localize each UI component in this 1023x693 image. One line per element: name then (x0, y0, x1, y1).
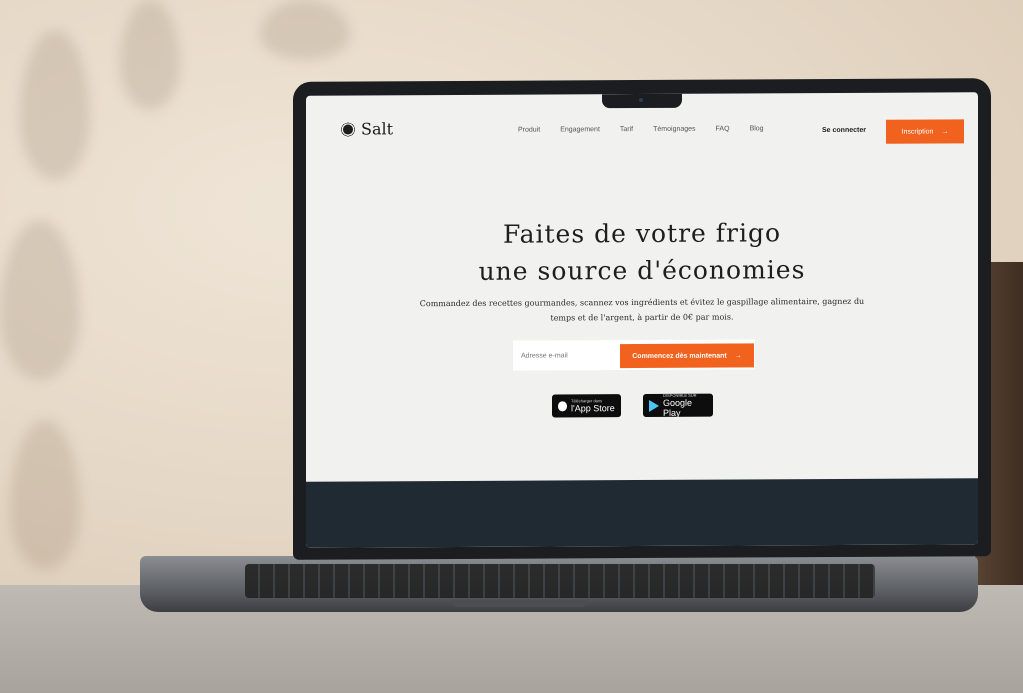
google-play-badge[interactable]: DISPONIBLE SUR Google Play (643, 393, 713, 418)
laptop-screen: Salt Produit Engagement Tarif Témoignage… (306, 92, 978, 548)
start-now-button[interactable]: Commencez dès maintenant → (620, 343, 754, 369)
logo-text: Salt (361, 119, 394, 139)
plant-shadow (20, 30, 90, 180)
nav-item-produit[interactable]: Produit (518, 127, 540, 134)
cta-label: Commencez dès maintenant (632, 352, 727, 360)
apple-icon (558, 400, 567, 411)
play-big-text: Google Play (663, 397, 693, 418)
sun-icon (340, 121, 356, 137)
signup-form: Commencez dès maintenant → (513, 339, 755, 371)
app-store-badge[interactable]: Télécharger dans l'App Store (552, 394, 621, 418)
laptop-lid: Salt Produit Engagement Tarif Témoignage… (293, 78, 991, 560)
nav-item-engagement[interactable]: Engagement (560, 126, 600, 133)
plant-shadow (260, 0, 350, 60)
hero-title-line2: une source d'économies (478, 255, 806, 286)
arrow-right-icon: → (941, 127, 949, 135)
site-header: Salt Produit Engagement Tarif Témoignage… (306, 112, 978, 150)
plant-shadow (0, 220, 80, 380)
plant-shadow (120, 0, 180, 110)
site-logo[interactable]: Salt (340, 119, 393, 138)
nav-item-blog[interactable]: Blog (750, 125, 764, 132)
nav-item-faq[interactable]: FAQ (716, 126, 730, 133)
hero-title-line1: Faites de votre frigo (502, 218, 782, 249)
hero-subtitle: Commandez des recettes gourmandes, scann… (419, 296, 865, 323)
nav-item-temoignages[interactable]: Témoignages (653, 126, 695, 133)
plant-shadow (10, 420, 80, 570)
main-menu: Produit Engagement Tarif Témoignages FAQ… (518, 125, 764, 133)
nav-item-tarif[interactable]: Tarif (620, 126, 633, 133)
camera-icon (639, 97, 643, 103)
google-play-icon (649, 399, 659, 412)
appstore-big-text: l'App Store (571, 403, 615, 414)
signup-button[interactable]: Inscription → (886, 119, 964, 144)
laptop-groove (452, 600, 587, 607)
email-input[interactable] (521, 340, 616, 371)
hero-title: Faites de votre frigo une source d'écono… (306, 213, 978, 291)
laptop-base (140, 556, 978, 612)
arrow-right-icon: → (734, 351, 742, 360)
camera-notch (602, 93, 682, 109)
keyboard (245, 564, 875, 598)
login-link[interactable]: Se connecter (822, 127, 866, 134)
footer-section (306, 478, 978, 548)
signup-label: Inscription (901, 127, 934, 136)
